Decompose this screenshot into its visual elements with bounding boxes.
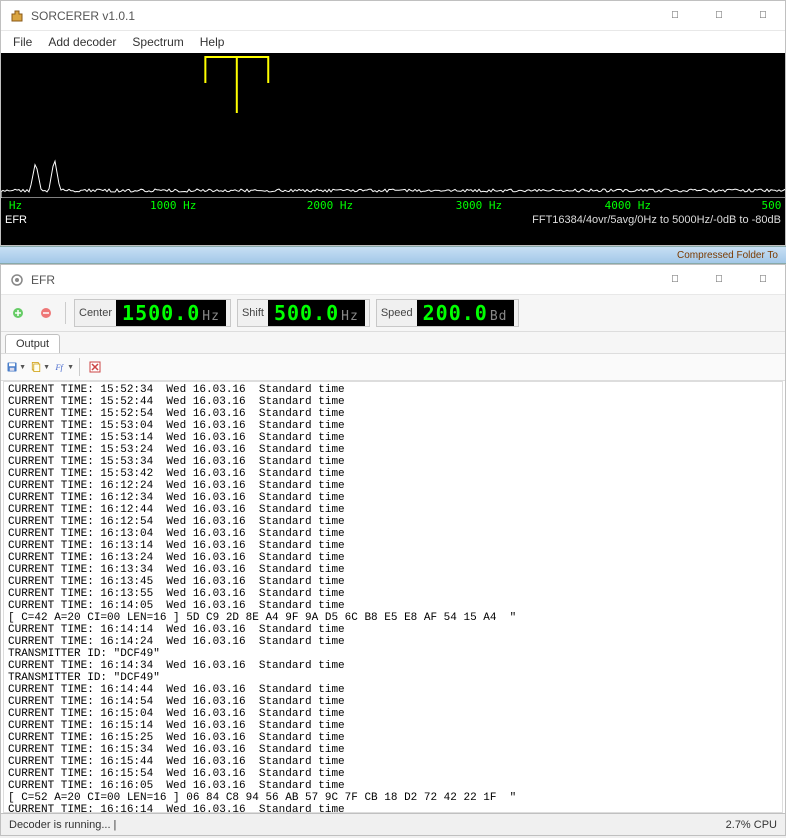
spectrum-axis: Hz 1000 Hz 2000 Hz 3000 Hz 4000 Hz 500: [1, 198, 785, 214]
spectrum-display[interactable]: Hz 1000 Hz 2000 Hz 3000 Hz 4000 Hz 500 EFR FF…: [1, 53, 785, 245]
separator: [65, 302, 66, 324]
spectrum-status: EFR FFT16384/4ovr/5avg/0Hz to 5000Hz/-0d…: [1, 214, 785, 230]
remove-button[interactable]: [35, 302, 57, 324]
axis-tick: Hz: [9, 199, 22, 212]
fft-settings-label: FFT16384/4ovr/5avg/0Hz to 5000Hz/-0dB to…: [532, 214, 781, 230]
shift-value[interactable]: 500.0 Hz: [268, 300, 365, 326]
parameter-bar: Center 1500.0 Hz Shift 500.0 Hz Speed 20…: [1, 295, 785, 332]
center-value[interactable]: 1500.0 Hz: [116, 300, 226, 326]
center-freq-group[interactable]: Center 1500.0 Hz: [74, 299, 231, 327]
tab-output[interactable]: Output: [5, 334, 60, 353]
status-text: Decoder is running... |: [9, 819, 116, 831]
svg-text:Ff: Ff: [55, 363, 65, 372]
menu-file[interactable]: File: [5, 33, 40, 51]
maximize-button[interactable]: : [697, 1, 741, 31]
speed-group[interactable]: Speed 200.0 Bd: [376, 299, 519, 327]
speed-label: Speed: [381, 307, 413, 319]
menu-help[interactable]: Help: [192, 33, 233, 51]
menu-add-decoder[interactable]: Add decoder: [40, 33, 124, 51]
axis-tick: 3000 Hz: [456, 199, 502, 212]
menubar: File Add decoder Spectrum Help: [1, 31, 785, 53]
efr-window: EFR    Center 1500.0 Hz Shift 500.0 H…: [0, 264, 786, 836]
efr-maximize-button[interactable]: : [697, 265, 741, 295]
axis-tick: 1000 Hz: [150, 199, 196, 212]
main-window: SORCERER v1.0.1    File Add decoder S…: [0, 0, 786, 246]
efr-close-button[interactable]: : [741, 265, 785, 295]
separator: [79, 358, 80, 376]
efr-title: EFR: [31, 273, 653, 287]
decoder-mode-label: EFR: [5, 214, 27, 230]
menu-spectrum[interactable]: Spectrum: [124, 33, 191, 51]
statusbar: Decoder is running... | 2.7% CPU: [1, 813, 785, 835]
speed-value[interactable]: 200.0 Bd: [417, 300, 514, 326]
close-button[interactable]: : [741, 1, 785, 31]
window-title: SORCERER v1.0.1: [31, 9, 653, 23]
efr-minimize-button[interactable]: : [653, 265, 697, 295]
save-button[interactable]: ▼: [5, 356, 27, 378]
axis-tick: 4000 Hz: [605, 199, 651, 212]
app-icon: [9, 8, 25, 24]
output-text[interactable]: CURRENT TIME: 15:52:34 Wed 16.03.16 Stan…: [3, 381, 783, 813]
background-label: Compressed Folder To: [677, 250, 778, 261]
output-toolbar: ▼ ▼ Ff▼: [1, 353, 785, 381]
efr-titlebar[interactable]: EFR   : [1, 265, 785, 295]
background-window-strip: Compressed Folder To: [0, 246, 786, 264]
add-button[interactable]: [7, 302, 29, 324]
gear-icon: [9, 272, 25, 288]
axis-tick: 500: [761, 199, 781, 212]
center-label: Center: [79, 307, 112, 319]
axis-tick: 2000 Hz: [307, 199, 353, 212]
font-button[interactable]: Ff▼: [53, 356, 75, 378]
minimize-button[interactable]: : [653, 1, 697, 31]
tab-row: Output: [1, 332, 785, 353]
copy-button[interactable]: ▼: [29, 356, 51, 378]
shift-label: Shift: [242, 307, 264, 319]
titlebar[interactable]: SORCERER v1.0.1   : [1, 1, 785, 31]
clear-button[interactable]: [84, 356, 106, 378]
cpu-usage: 2.7% CPU: [726, 819, 777, 831]
shift-group[interactable]: Shift 500.0 Hz: [237, 299, 370, 327]
